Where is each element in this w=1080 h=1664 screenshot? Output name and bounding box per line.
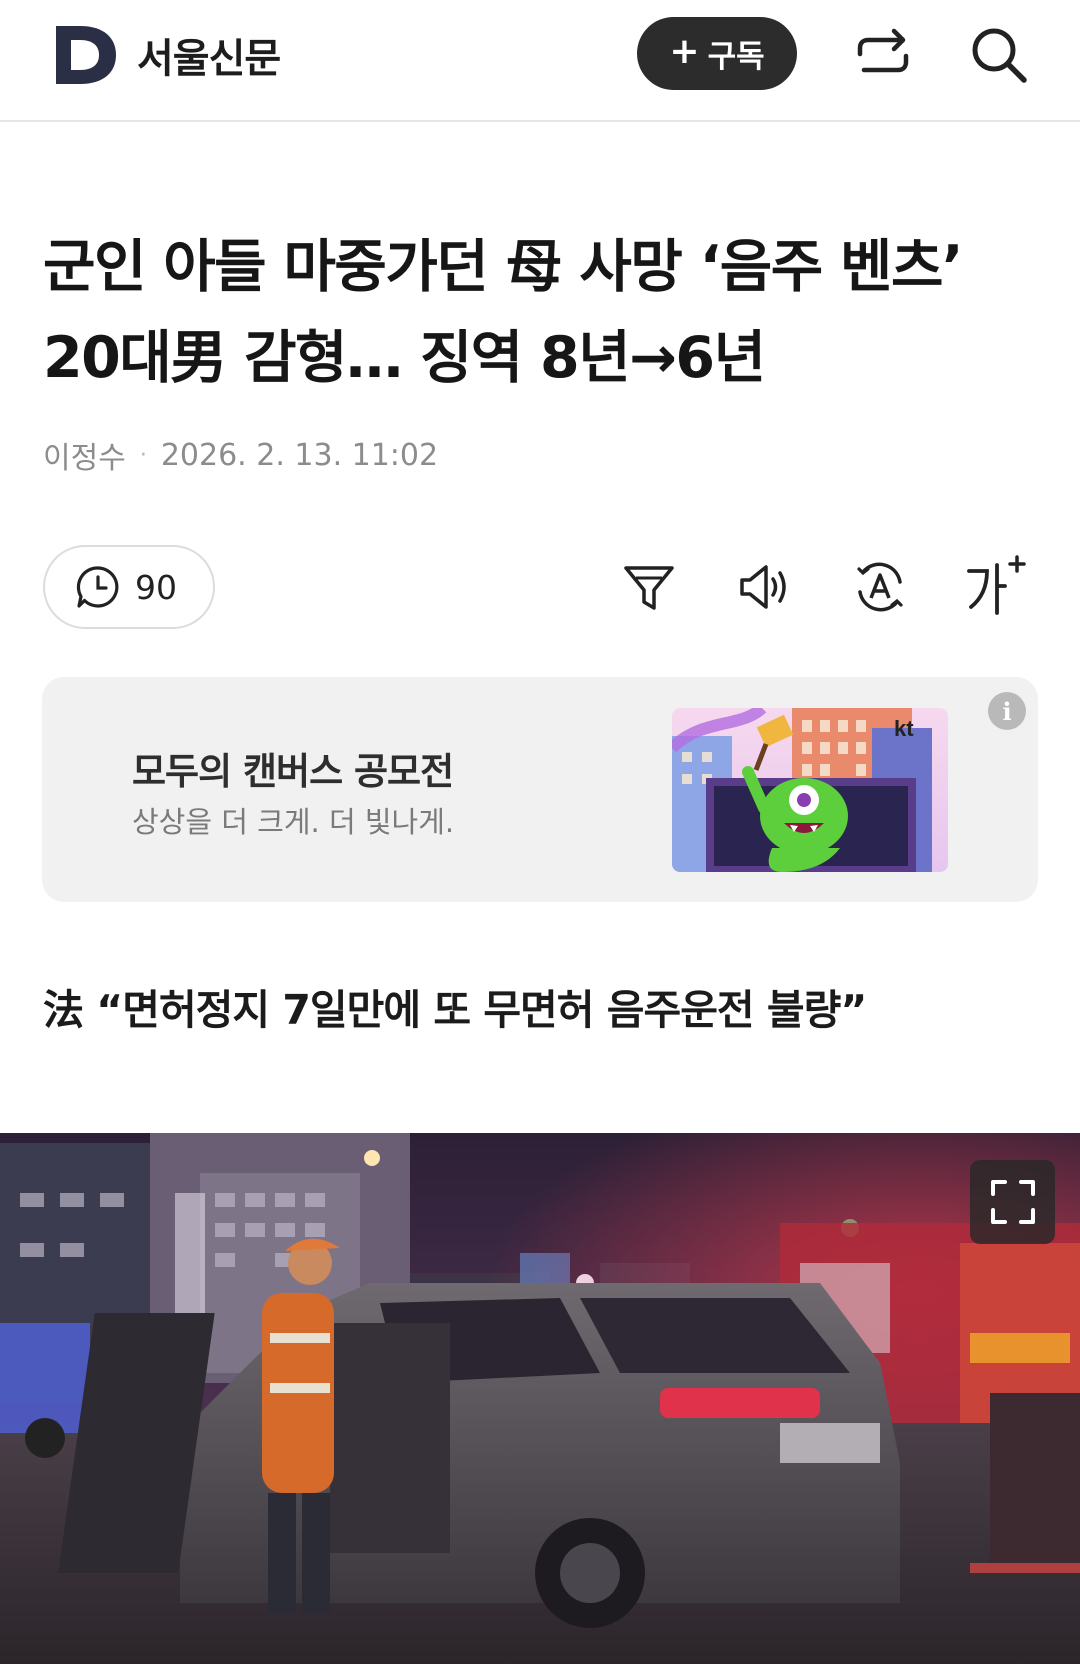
top-bar: 서울신문 + 구독 [0, 0, 1080, 122]
comment-icon [76, 566, 119, 608]
search-icon[interactable] [968, 24, 1030, 86]
article-subheading: 法 “면허정지 7일만에 또 무면허 음주운전 불량” [43, 986, 867, 1034]
comment-count: 90 [135, 567, 177, 607]
plus-icon: + [669, 31, 700, 72]
subscribe-label: 구독 [707, 39, 765, 75]
speaker-icon[interactable] [736, 560, 790, 614]
ad-title: 모두의 캔버스 공모전 [132, 750, 454, 793]
ad-info-icon[interactable]: i [988, 692, 1026, 730]
comment-button[interactable]: 90 [43, 545, 215, 629]
translate-icon[interactable] [853, 560, 907, 614]
ad-image: kt [672, 708, 948, 872]
publish-datetime: 2026. 2. 13. 11:02 [160, 437, 439, 473]
article-meta: 이정수 · 2026. 2. 13. 11:02 [43, 433, 438, 477]
brand-name[interactable]: 서울신문 [137, 26, 281, 84]
article-photo[interactable] [0, 1133, 1080, 1664]
fullscreen-icon [990, 1180, 1035, 1224]
seoul-shinmun-logo-icon[interactable] [54, 24, 118, 86]
ad-subtitle: 상상을 더 크게. 더 빛나게. [132, 805, 455, 839]
fullscreen-button[interactable] [970, 1160, 1055, 1244]
subscribe-button[interactable]: + 구독 [637, 17, 797, 90]
meta-separator: · [139, 442, 147, 468]
share-icon[interactable] [852, 24, 914, 86]
author-name[interactable]: 이정수 [43, 433, 126, 477]
kt-logo: kt [894, 716, 914, 741]
article-headline: 군인 아들 마중가던 母 사망 ‘음주 벤츠’ 20대男 감형… 징역 8년→6… [43, 234, 964, 391]
font-size-icon[interactable] [965, 553, 1029, 617]
filter-icon[interactable] [622, 560, 676, 614]
ad-banner[interactable]: 모두의 캔버스 공모전 상상을 더 크게. 더 빛나게. kt i [42, 677, 1038, 902]
